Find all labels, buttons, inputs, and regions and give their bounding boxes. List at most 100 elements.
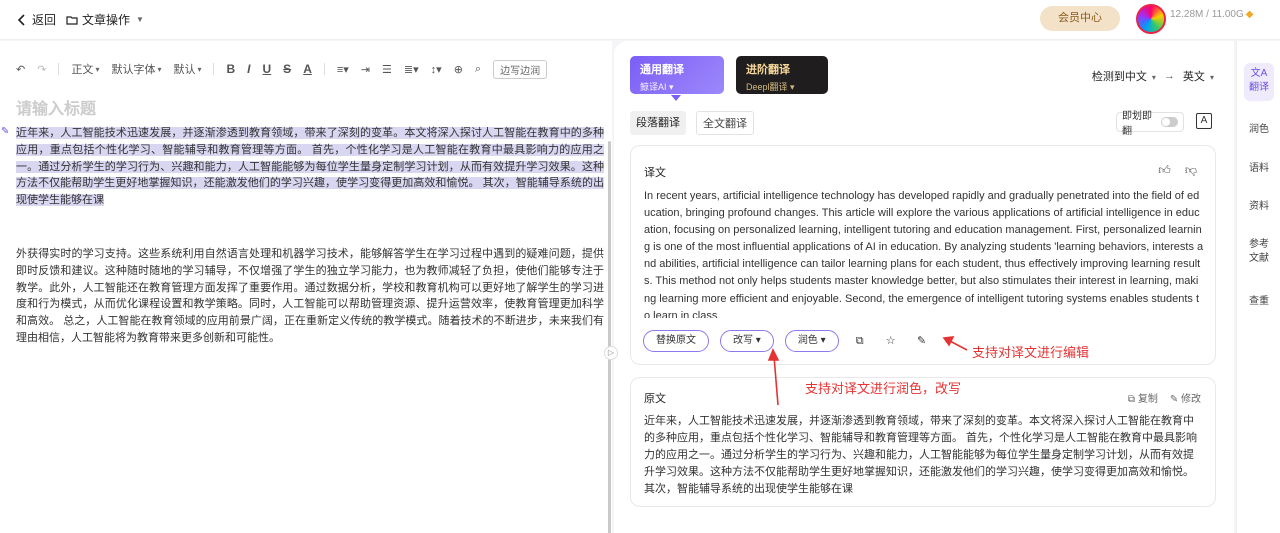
folder-icon <box>66 15 78 25</box>
italic-icon[interactable]: I <box>247 62 250 76</box>
list-icon[interactable]: ☰ <box>382 63 392 76</box>
line-height-icon[interactable]: ↕▾ <box>431 63 442 76</box>
thumbs-down-icon[interactable]: 👎︎ <box>1185 163 1197 178</box>
strikethrough-icon[interactable]: S <box>283 62 291 76</box>
storage-text: 12.28M / 11.00G <box>1170 9 1244 20</box>
caret-down-icon: ▼ <box>136 15 144 24</box>
engine-name: Deepl翻译 <box>746 82 788 92</box>
copy-source-button[interactable]: ⧉ 复制 <box>1128 390 1158 405</box>
font-family-select[interactable]: 默认字体 ▾ <box>111 61 161 77</box>
toolbar-divider <box>213 63 215 75</box>
editor-scrollbar[interactable] <box>608 141 611 533</box>
annotation-edit-label: 支持对译文进行编辑 <box>972 345 1090 360</box>
title-placeholder[interactable]: 请输入标题 <box>16 95 96 119</box>
copy-icon[interactable]: ⧉ <box>850 331 870 351</box>
caret-down-icon: ▾ <box>197 64 202 74</box>
translate-icon: 文A <box>1250 68 1268 79</box>
tab-full-translation[interactable]: 全文翻译 <box>696 111 754 135</box>
source-actions: ⧉ 复制 ✎ 修改 <box>1128 390 1201 405</box>
mode-engine-select[interactable]: Deepl翻译 ▾ <box>746 80 818 93</box>
source-heading: 原文 <box>644 393 666 405</box>
font-size-value: 默认 <box>173 64 196 76</box>
instant-translate-toggle[interactable]: 即划即翻 <box>1116 111 1184 137</box>
vip-diamond-icon: ◆ <box>1245 9 1254 20</box>
paragraph[interactable]: 外获得实时的学习支持。这些系统利用自然语言处理和机器学习技术，能够解答学生在学习… <box>16 246 604 347</box>
back-button[interactable]: 返回 <box>16 11 56 28</box>
caret-down-icon: ▾ <box>95 64 100 74</box>
toggle-switch[interactable] <box>1161 117 1178 127</box>
sidebar-item-polish[interactable]: 润色 <box>1237 123 1280 137</box>
undo-icon[interactable]: ↶ <box>16 63 25 76</box>
paragraph-style-select[interactable]: 正文 ▾ <box>71 61 99 77</box>
polish-button[interactable]: 润色 ▾ <box>784 330 839 352</box>
underline-icon[interactable]: U <box>263 62 272 76</box>
engine-name: 鲸译AI <box>640 82 667 92</box>
target-language-select[interactable]: 英文 ▾ <box>1183 68 1214 84</box>
paragraph-selected[interactable]: 近年来，人工智能技术迅速发展，并逐渐渗透到教育领域，带来了深刻的变革。本文将深入… <box>16 125 604 209</box>
font-color-icon[interactable]: A <box>303 62 312 76</box>
avatar[interactable] <box>1136 4 1166 34</box>
annotation-polish-label: 支持对译文进行润色，改写 <box>805 381 962 396</box>
sidebar-item-corpus[interactable]: 语料 <box>1237 162 1280 176</box>
toolbar-divider <box>58 63 60 75</box>
tab-paragraph-translation[interactable]: 段落翻译 <box>630 111 686 135</box>
mode-title: 进阶翻译 <box>746 64 790 76</box>
advanced-translation-mode[interactable]: 进阶翻译 Deepl翻译 ▾ <box>736 56 828 94</box>
translation-actions: 替换原文 改写 ▾ 润色 ▾ ⧉ ☆ ✎ <box>643 330 932 352</box>
source-language: 检测到中文 <box>1091 71 1147 83</box>
translation-text[interactable]: In recent years, artificial intelligence… <box>644 188 1204 318</box>
chevron-left-icon <box>17 13 25 26</box>
sidebar-item-check[interactable]: 查重 <box>1237 295 1280 309</box>
mode-engine-select[interactable]: 鲸译AI ▾ <box>640 80 714 93</box>
editor-toolbar: ↶ ↷ 正文 ▾ 默认字体 ▾ 默认 ▾ B I U S A ≡▾ ⇥ ☰ ≣▾ ↕▾… <box>16 59 559 79</box>
sidebar-translate-label: 翻译 <box>1249 82 1269 93</box>
right-sidebar: 文A 翻译 润色 语料 资料 参考文献 查重 <box>1236 41 1280 533</box>
write-polish-button[interactable]: 边写边润 <box>493 59 548 79</box>
edit-pen-icon[interactable]: ✎ <box>912 331 932 351</box>
caret-down-icon: ▾ <box>157 64 162 74</box>
replace-original-button[interactable]: 替换原文 <box>643 330 709 352</box>
indent-icon[interactable]: ⇥ <box>361 63 370 76</box>
doc-operations-label: 文章操作 <box>82 13 131 27</box>
search-icon[interactable]: ⌕ <box>475 63 481 76</box>
target-language: 英文 <box>1182 71 1205 83</box>
insert-icon[interactable]: ⊕ <box>454 63 463 76</box>
sidebar-item-materials[interactable]: 资料 <box>1237 200 1280 214</box>
doc-operations-menu[interactable]: 文章操作 ▼ <box>66 11 144 28</box>
translation-tabs: 段落翻译 全文翻译 <box>630 111 754 135</box>
feedback-buttons: 👍︎ 👎︎ <box>1158 163 1197 178</box>
text-align-icon[interactable]: ≣▾ <box>404 63 419 76</box>
source-text: 近年来，人工智能技术迅速发展，并逐渐渗透到教育领域，带来了深刻的变革。本文将深入… <box>644 415 1198 496</box>
polish-label: 润色 <box>797 335 818 346</box>
result-heading: 译文 <box>644 167 666 179</box>
caret-down-icon: ▾ <box>755 335 761 346</box>
caret-down-icon: ▾ <box>1151 73 1156 82</box>
font-size-select[interactable]: 默认 ▾ <box>173 61 201 77</box>
document-icon[interactable]: A <box>1196 113 1212 129</box>
sidebar-item-translate[interactable]: 文A 翻译 <box>1237 67 1280 95</box>
member-center-button[interactable]: 会员中心 <box>1040 6 1120 31</box>
ai-marker-icon[interactable]: ✎ <box>1 126 9 137</box>
font-family-value: 默认字体 <box>111 64 156 76</box>
editor-pane: ↶ ↷ 正文 ▾ 默认字体 ▾ 默认 ▾ B I U S A ≡▾ ⇥ ☰ ≣▾ ↕▾… <box>0 41 612 533</box>
instant-translate-label: 即划即翻 <box>1122 111 1152 137</box>
translation-panel: 通用翻译 鲸译AI ▾ 进阶翻译 Deepl翻译 ▾ 检测到中文 ▾ → 英文 … <box>614 41 1234 533</box>
edit-source-button[interactable]: ✎ 修改 <box>1170 390 1201 405</box>
collapse-panel-icon[interactable]: ▷ <box>604 346 618 360</box>
general-translation-mode[interactable]: 通用翻译 鲸译AI ▾ <box>630 56 724 94</box>
rewrite-label: 改写 <box>733 335 753 346</box>
mode-title: 通用翻译 <box>640 64 684 76</box>
toolbar-divider <box>323 63 325 75</box>
bold-icon[interactable]: B <box>226 62 235 76</box>
edit-label: 修改 <box>1181 394 1201 405</box>
star-icon[interactable]: ☆ <box>881 331 901 351</box>
selected-text: 近年来，人工智能技术迅速发展，并逐渐渗透到教育领域，带来了深刻的变革。本文将深入… <box>16 127 604 207</box>
sidebar-item-references[interactable]: 参考文献 <box>1237 238 1280 266</box>
align-icon[interactable]: ≡▾ <box>337 63 349 76</box>
redo-icon[interactable]: ↷ <box>37 63 46 76</box>
copy-icon: ⧉ <box>1127 394 1136 405</box>
translation-result-card: 译文 👍︎ 👎︎ In recent years, artificial int… <box>630 145 1216 365</box>
rewrite-button[interactable]: 改写 ▾ <box>720 330 774 352</box>
thumbs-up-icon[interactable]: 👍︎ <box>1158 163 1171 178</box>
source-language-select[interactable]: 检测到中文 ▾ <box>1092 68 1156 84</box>
